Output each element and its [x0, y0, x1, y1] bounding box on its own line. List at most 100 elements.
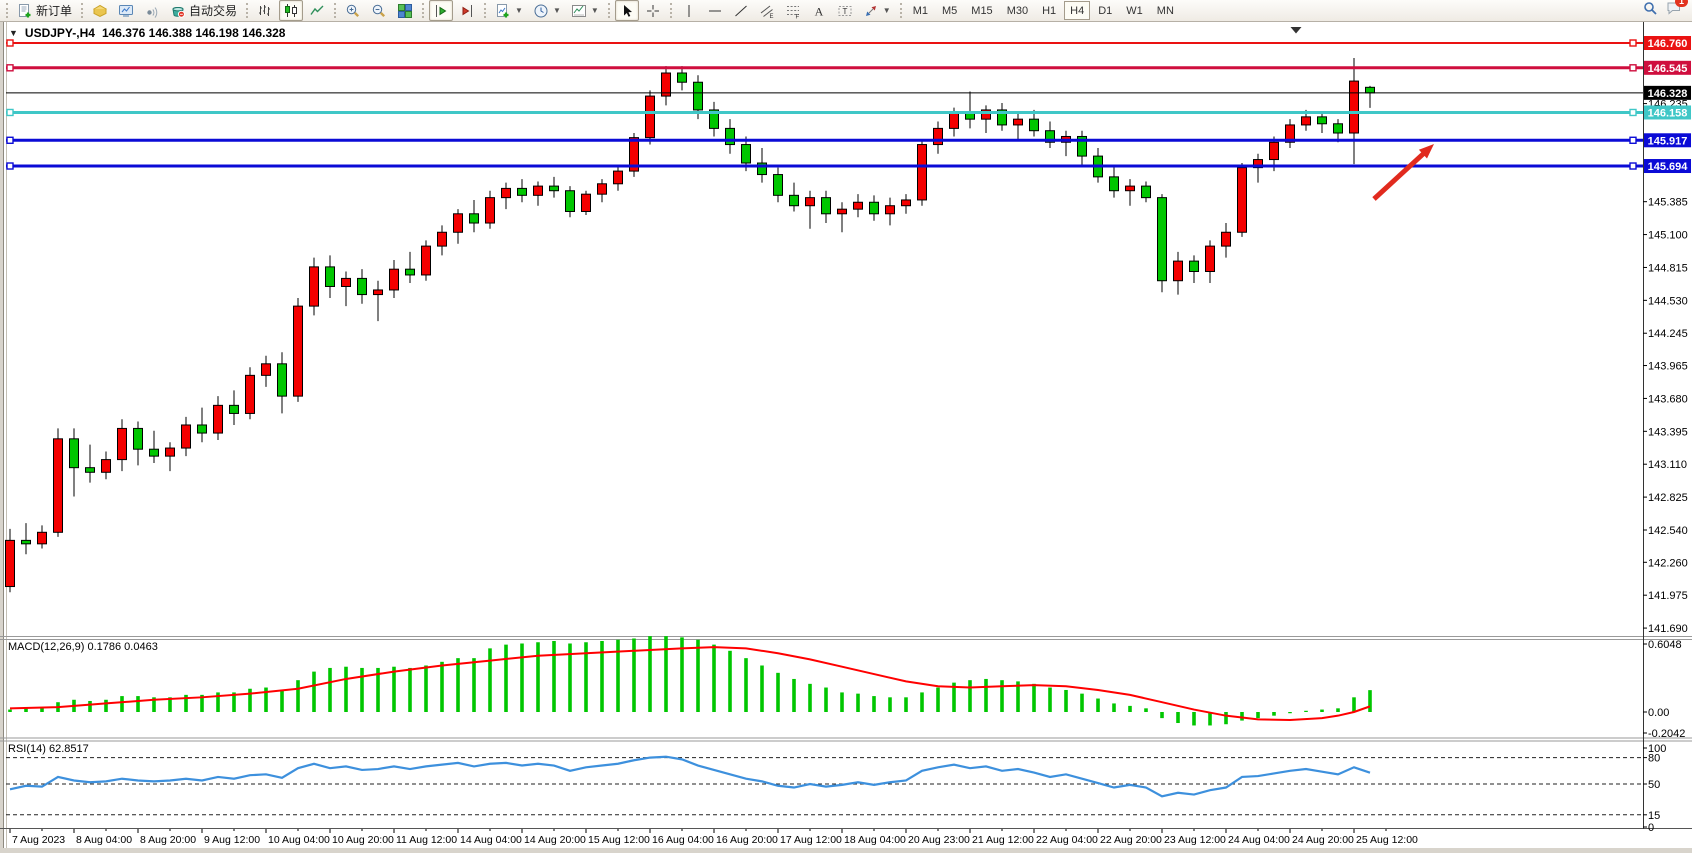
price-tick-label: 143.680: [1648, 393, 1688, 405]
line-handle[interactable]: [7, 163, 13, 169]
chart-canvas[interactable]: 146.235145.385145.100144.815144.530144.2…: [0, 22, 1692, 853]
tf-m15-button[interactable]: M15: [965, 1, 998, 20]
bull-candle: [806, 198, 815, 206]
text-icon: A: [811, 3, 827, 19]
date-tick-label: 7 Aug 2023: [12, 834, 65, 846]
bull-candle: [1222, 232, 1231, 246]
date-tick-label: 8 Aug 04:00: [76, 834, 132, 846]
line-handle[interactable]: [7, 40, 13, 46]
rsi-scale-label: 0: [1648, 822, 1654, 834]
algo-trading-icon: [170, 3, 186, 19]
bear-candle: [134, 428, 143, 449]
toolbar-separator: [246, 3, 248, 18]
chevron-down-icon[interactable]: ▼: [515, 7, 523, 15]
auto-scroll-button[interactable]: [455, 0, 479, 21]
date-tick-label: 24 Aug 20:00: [1292, 834, 1354, 846]
tf-m30-button[interactable]: M30: [1001, 1, 1034, 20]
svg-text:T: T: [842, 7, 847, 16]
text-button[interactable]: A: [807, 0, 831, 21]
bull-candle: [902, 200, 911, 206]
bull-candle: [1350, 81, 1359, 133]
tf-h1-button[interactable]: H1: [1036, 1, 1062, 20]
templates-button[interactable]: ▼: [567, 0, 603, 21]
tf-d1-button[interactable]: D1: [1092, 1, 1118, 20]
signals-button[interactable]: [140, 0, 164, 21]
toolbar-separator: [484, 3, 486, 18]
tile-windows-button[interactable]: [393, 0, 417, 21]
bear-candle: [966, 113, 975, 119]
line-handle[interactable]: [1630, 40, 1636, 46]
bull-candle: [598, 184, 607, 194]
chart-symbol-title: USDJPY-,H4: [25, 26, 95, 40]
tf-mn-button[interactable]: MN: [1151, 1, 1180, 20]
tf-w1-button[interactable]: W1: [1120, 1, 1149, 20]
label-button[interactable]: T: [833, 0, 857, 21]
bull-candle: [918, 145, 927, 200]
chat-button[interactable]: 1: [1666, 0, 1682, 21]
toolbar-separator: [6, 3, 8, 18]
bull-candle: [934, 128, 943, 144]
bear-candle: [1158, 198, 1167, 281]
chevron-down-icon[interactable]: ▼: [883, 7, 891, 15]
svg-text:146.158: 146.158: [1648, 107, 1688, 119]
price-badge-146.158: 146.158: [1644, 105, 1691, 119]
chevron-down-icon[interactable]: ▼: [591, 7, 599, 15]
bull-candle: [118, 428, 127, 459]
line-handle[interactable]: [7, 109, 13, 115]
horizontal-line-button[interactable]: [703, 0, 727, 21]
line-chart-icon: [309, 3, 325, 19]
arrows-button[interactable]: ▼: [859, 0, 895, 21]
crosshair-button[interactable]: [641, 0, 665, 21]
signals-icon: [144, 3, 160, 19]
bull-candle: [182, 425, 191, 448]
tf-m1-button[interactable]: M1: [907, 1, 934, 20]
price-tick-label: 141.975: [1648, 590, 1688, 602]
bear-candle: [1334, 124, 1343, 133]
one-click-collapse-icon[interactable]: ▼: [9, 29, 18, 38]
bars-chart-button[interactable]: [253, 0, 277, 21]
algo-trading-button[interactable]: 自动交易: [166, 0, 241, 21]
zoom-in-button[interactable]: [341, 0, 365, 21]
line-handle[interactable]: [1630, 109, 1636, 115]
bull-candle: [854, 202, 863, 209]
line-handle[interactable]: [7, 65, 13, 71]
tf-m5-button[interactable]: M5: [936, 1, 963, 20]
new-order-button[interactable]: 新订单: [13, 0, 76, 21]
line-handle[interactable]: [1630, 65, 1636, 71]
sticky-note-button[interactable]: [88, 0, 112, 21]
rsi-scale-label: 15: [1648, 810, 1660, 822]
date-tick-label: 14 Aug 20:00: [524, 834, 586, 846]
metaeditor-button[interactable]: [114, 0, 138, 21]
line-handle[interactable]: [7, 137, 13, 143]
bull-candle: [342, 278, 351, 286]
search-icon: [1642, 0, 1658, 16]
candles-chart-button[interactable]: [279, 0, 303, 21]
bull-candle: [422, 246, 431, 275]
date-tick-label: 14 Aug 04:00: [460, 834, 522, 846]
new-chart-button[interactable]: ▼: [491, 0, 527, 21]
tf-w1-label: W1: [1126, 5, 1143, 17]
line-chart-button[interactable]: [305, 0, 329, 21]
chart-title-row: ▼ USDJPY-,H4 146.376 146.388 146.198 146…: [9, 26, 285, 40]
chart-shift-button[interactable]: [429, 0, 453, 21]
periods-button[interactable]: ▼: [529, 0, 565, 21]
tf-m1-label: M1: [913, 5, 928, 17]
line-handle[interactable]: [1630, 137, 1636, 143]
zoom-out-button[interactable]: [367, 0, 391, 21]
channel-button[interactable]: E: [755, 0, 779, 21]
chevron-down-icon[interactable]: ▼: [553, 7, 561, 15]
cursor-button[interactable]: [615, 0, 639, 21]
fibonacci-button[interactable]: F: [781, 0, 805, 21]
vertical-line-button[interactable]: [677, 0, 701, 21]
arrows-icon: [863, 3, 879, 19]
line-handle[interactable]: [1630, 163, 1636, 169]
toolbar: 新订单 自动交易 ▼ ▼ ▼ EFA T ▼ M1 M5M15M30H1H4D1 W1 MN 1: [0, 0, 1692, 22]
tf-h4-button[interactable]: H4: [1064, 1, 1090, 20]
bear-candle: [470, 214, 479, 223]
date-tick-label: 18 Aug 04:00: [844, 834, 906, 846]
trendline-button[interactable]: [729, 0, 753, 21]
search-button[interactable]: [1642, 0, 1658, 21]
price-tick-label: 144.245: [1648, 328, 1688, 340]
svg-text:A: A: [814, 4, 823, 18]
bear-candle: [150, 449, 159, 456]
